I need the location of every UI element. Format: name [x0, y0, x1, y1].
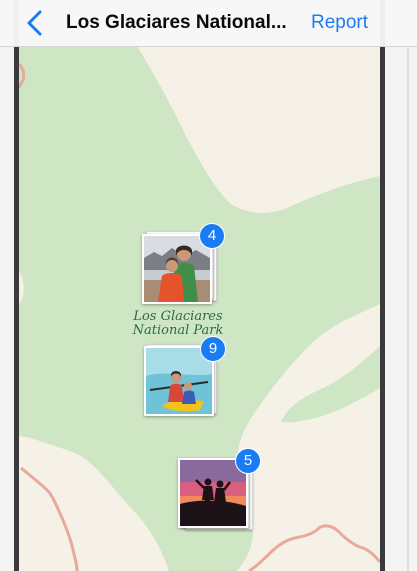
page-title: Los Glaciares National...: [66, 12, 287, 33]
outer-frame-edge: [407, 0, 409, 571]
photo-lakeshore-image: [144, 236, 210, 302]
device-bezel-left: [14, 0, 19, 571]
photo-sunset-image: [180, 460, 246, 526]
chevron-left-icon: [27, 10, 42, 36]
photo-count-badge: 9: [200, 336, 226, 362]
outer-frame-left: [0, 0, 14, 571]
back-button[interactable]: [22, 8, 48, 38]
photo-cluster[interactable]: 4: [141, 223, 225, 309]
photo-cluster[interactable]: 5: [177, 448, 261, 534]
report-button[interactable]: Report: [311, 9, 368, 37]
photo-count-badge: 4: [199, 223, 225, 249]
app-screen: Los Glaciares National... Report Los Gla…: [0, 0, 417, 571]
navigation-bar: Los Glaciares National... Report: [0, 0, 417, 47]
photo-cluster[interactable]: 9: [143, 336, 227, 422]
outer-frame-right: [385, 0, 417, 571]
photo-kayak-image: [146, 348, 212, 414]
photo-count-badge: 5: [235, 448, 261, 474]
device-bezel-right: [380, 0, 385, 571]
park-label: Los Glaciares National Park: [132, 309, 224, 338]
